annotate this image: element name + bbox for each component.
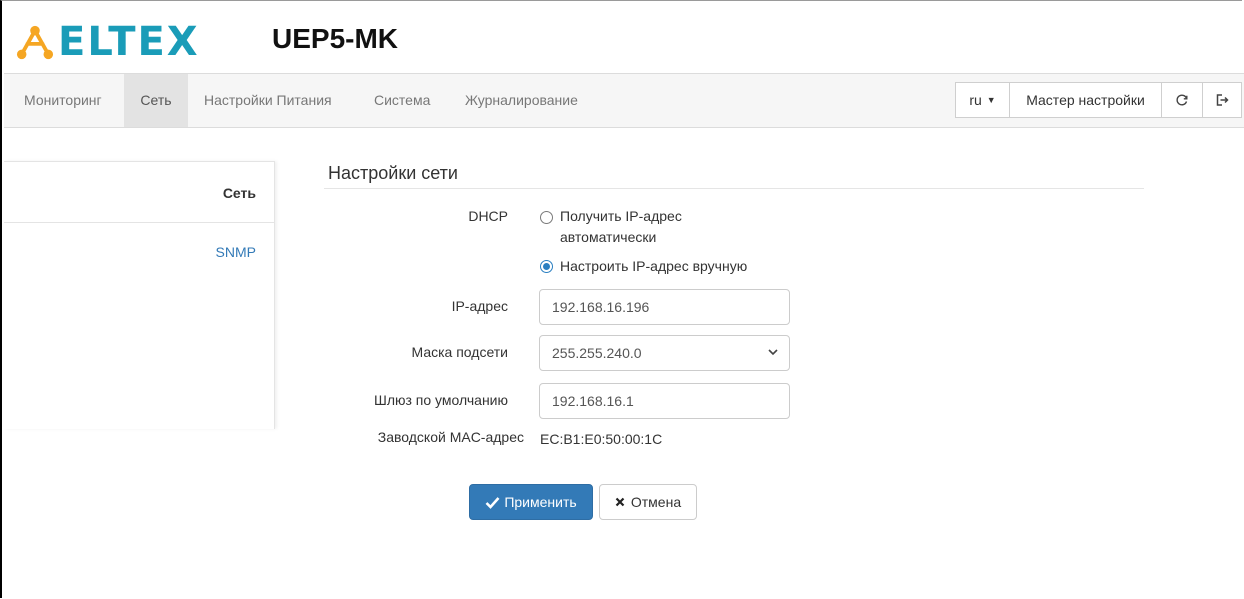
manual-ip-label: Настроить IP-адрес вручную xyxy=(560,258,748,274)
section-title: Настройки сети xyxy=(328,163,458,183)
language-value: ru xyxy=(969,92,982,108)
cancel-button[interactable]: Отмена xyxy=(599,484,697,520)
eltex-logo-icon xyxy=(16,25,54,60)
setup-wizard-label: Мастер настройки xyxy=(1026,92,1145,108)
mac-value: EC:B1:E0:50:00:1C xyxy=(540,431,663,447)
ip-label: IP-адрес xyxy=(451,298,508,314)
nav-logging[interactable]: Журналирование xyxy=(465,74,578,127)
ip-address-input[interactable] xyxy=(539,289,790,325)
cancel-label: Отмена xyxy=(630,494,682,510)
nav-system[interactable]: Система xyxy=(374,74,430,127)
nav-power-settings[interactable]: Настройки Питания xyxy=(204,74,332,127)
brand: ELTEX xyxy=(16,17,200,67)
dhcp-label: DHCP xyxy=(468,208,508,224)
app-frame: ELTEX UEP5-MK Мониторинг Сеть Настройки … xyxy=(0,0,1244,598)
refresh-icon xyxy=(1176,94,1188,106)
gateway-input[interactable] xyxy=(539,383,790,419)
logo-text: ELTEX xyxy=(58,19,200,65)
check-icon xyxy=(485,496,500,509)
sidebar-item-network[interactable]: Сеть xyxy=(4,161,274,223)
language-dropdown[interactable]: ru ▼ xyxy=(955,82,1010,118)
mac-label: Заводской MAC-адрес xyxy=(377,429,524,445)
subnet-mask-label: Маска подсети xyxy=(411,344,509,360)
caret-down-icon: ▼ xyxy=(986,95,996,105)
nav-network[interactable]: Сеть xyxy=(124,74,188,127)
gateway-label: Шлюз по умолчанию xyxy=(373,392,508,408)
chevron-down-icon xyxy=(768,349,778,356)
subnet-mask-value: 255.255.240.0 xyxy=(552,345,642,361)
logout-button[interactable] xyxy=(1202,82,1242,118)
setup-wizard-button[interactable]: Мастер настройки xyxy=(1009,82,1162,118)
manual-ip-radio[interactable] xyxy=(540,260,553,273)
nav-monitoring[interactable]: Мониторинг xyxy=(24,74,102,127)
product-title: UEP5-MK xyxy=(272,23,399,54)
close-icon xyxy=(615,497,625,507)
top-navbar: Мониторинг Сеть Настройки Питания Систем… xyxy=(4,73,1244,128)
dhcp-auto-label-line2: автоматически xyxy=(560,229,657,245)
dhcp-auto-radio[interactable] xyxy=(540,211,553,224)
refresh-button[interactable] xyxy=(1161,82,1203,118)
subnet-mask-select[interactable]: 255.255.240.0 xyxy=(539,335,790,371)
section-divider xyxy=(324,188,1144,189)
apply-button[interactable]: Применить xyxy=(469,484,593,520)
logout-icon xyxy=(1216,94,1229,106)
sidebar: Сеть SNMP xyxy=(4,161,275,429)
apply-label: Применить xyxy=(504,494,577,510)
sidebar-item-snmp[interactable]: SNMP xyxy=(4,223,274,285)
dhcp-auto-label-line1: Получить IP-адрес xyxy=(560,208,682,224)
